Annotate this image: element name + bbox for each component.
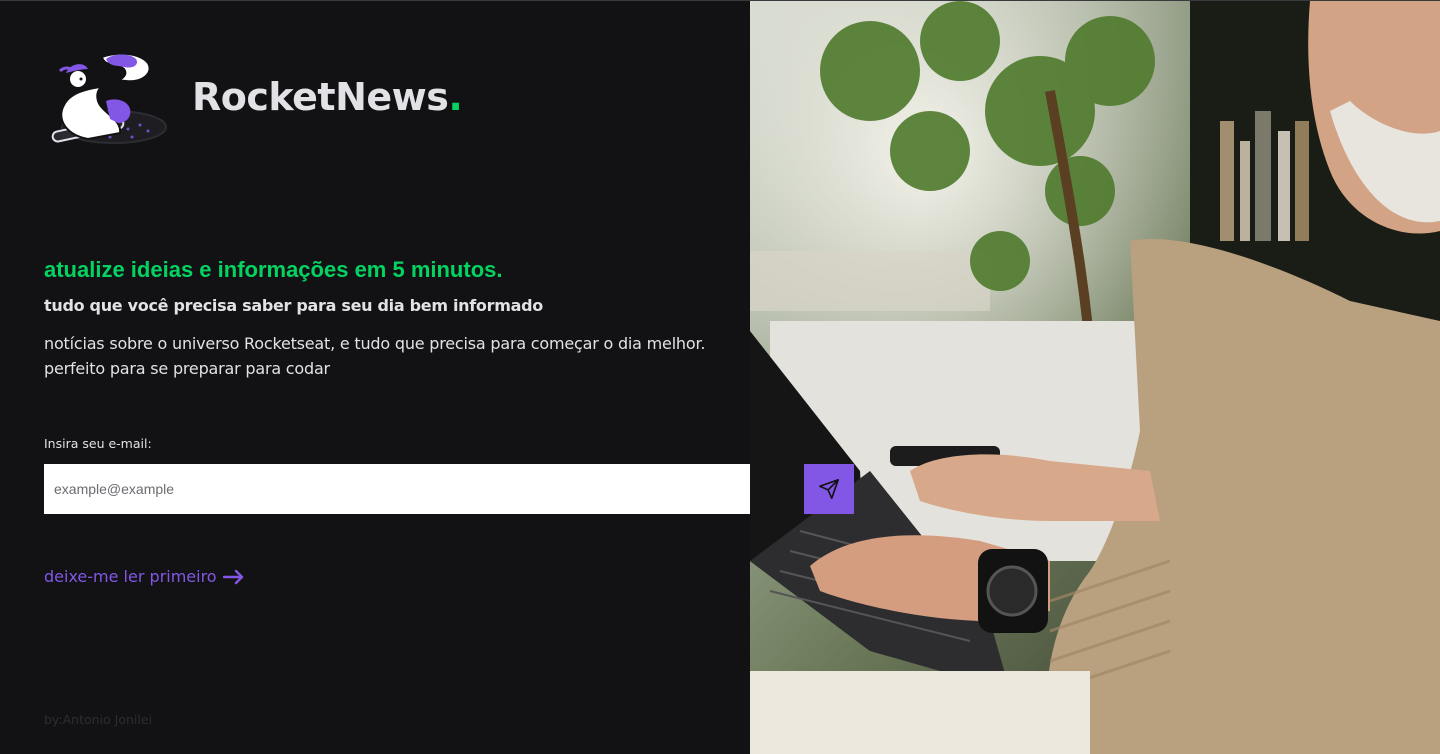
left-panel: RocketNews. atualize ideias e informaçõe…: [0, 1, 750, 754]
hero-subheadline: tudo que você precisa saber para seu dia…: [44, 296, 543, 315]
brand-dot: .: [448, 75, 463, 119]
description-line-2: perfeito para se preparar para codar: [44, 359, 330, 378]
rocket-mascot-logo: [51, 52, 167, 144]
description-line-1: notícias sobre o universo Rocketseat, e …: [44, 334, 706, 353]
email-input[interactable]: [44, 464, 804, 514]
send-button[interactable]: [804, 464, 854, 514]
brand-name: RocketNews: [192, 75, 449, 119]
brand-title: RocketNews.: [192, 75, 463, 119]
read-first-link[interactable]: deixe-me ler primeiro: [44, 567, 245, 586]
email-label: Insira seu e-mail:: [44, 436, 152, 451]
arrow-right-icon: [222, 569, 243, 584]
paper-plane-icon: [819, 479, 839, 499]
read-first-label: deixe-me ler primeiro: [44, 567, 217, 586]
hero-headline: atualize ideias e informações em 5 minut…: [44, 257, 503, 282]
hero-photo: [750, 1, 1440, 754]
man-typing-on-laptop-photo: [750, 1, 1440, 754]
author-credit: by:Antonio Jonilei: [44, 712, 153, 727]
hero-description: notícias sobre o universo Rocketseat, e …: [44, 331, 744, 381]
